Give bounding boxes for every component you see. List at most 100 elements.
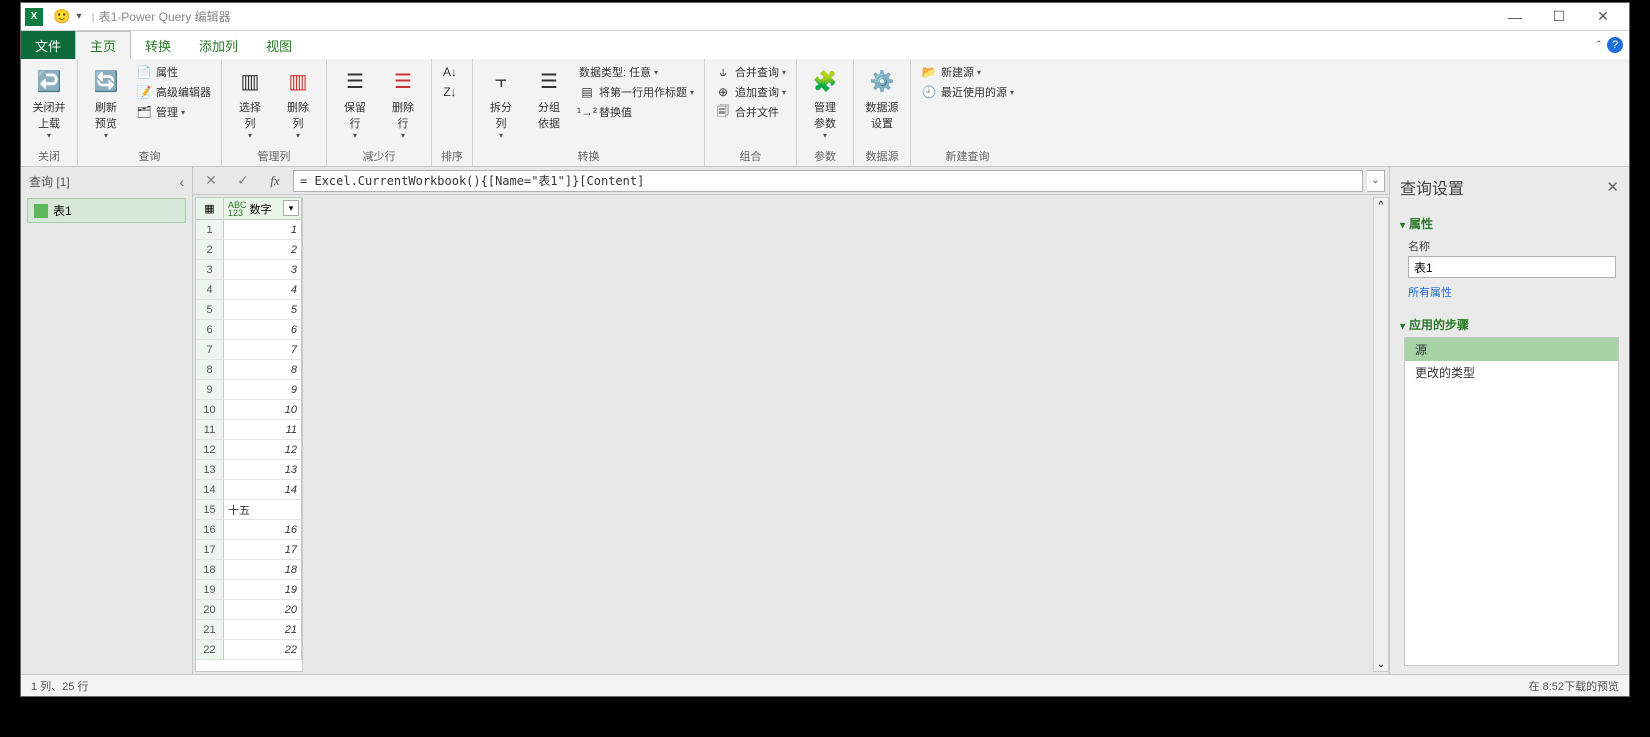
close-load-button[interactable]: ↩️ 关闭并 上载▾: [27, 61, 71, 140]
properties-button[interactable]: 📄属性: [132, 63, 215, 81]
cell[interactable]: 8: [224, 360, 302, 380]
cell[interactable]: 14: [224, 480, 302, 500]
adv-editor-button[interactable]: 📝高级编辑器: [132, 83, 215, 101]
table-row[interactable]: 99: [196, 380, 302, 400]
cell[interactable]: 21: [224, 620, 302, 640]
row-header[interactable]: 6: [196, 320, 224, 340]
split-col-button[interactable]: ⫟拆分 列▾: [479, 61, 523, 140]
sort-desc-button[interactable]: Z↓: [438, 83, 466, 101]
manage-button[interactable]: 🗂管理▾: [132, 103, 215, 121]
row-header[interactable]: 20: [196, 600, 224, 620]
remove-rows-button[interactable]: ☰删除 行▾: [381, 61, 425, 140]
row-header[interactable]: 17: [196, 540, 224, 560]
table-row[interactable]: 2020: [196, 600, 302, 620]
cell[interactable]: 1: [224, 220, 302, 240]
qat-dropdown-icon[interactable]: ▾: [76, 11, 81, 22]
table-row[interactable]: 2222: [196, 640, 302, 660]
cell[interactable]: 4: [224, 280, 302, 300]
cell[interactable]: 16: [224, 520, 302, 540]
manage-params-button[interactable]: 🧩管理 参数▾: [803, 61, 847, 140]
row-header[interactable]: 12: [196, 440, 224, 460]
applied-step[interactable]: 更改的类型: [1405, 361, 1618, 384]
row-header[interactable]: 22: [196, 640, 224, 660]
row-header[interactable]: 21: [196, 620, 224, 640]
row-header[interactable]: 10: [196, 400, 224, 420]
row-header[interactable]: 16: [196, 520, 224, 540]
row-header[interactable]: 5: [196, 300, 224, 320]
row-header[interactable]: 3: [196, 260, 224, 280]
cell[interactable]: 9: [224, 380, 302, 400]
collapse-queries-icon[interactable]: ‹: [179, 174, 184, 190]
table-row[interactable]: 77: [196, 340, 302, 360]
section-applied-steps[interactable]: 应用的步骤: [1400, 316, 1619, 333]
refresh-preview-button[interactable]: 🔄 刷新 预览▾: [84, 61, 128, 140]
row-header[interactable]: 15: [196, 500, 224, 520]
replace-values-button[interactable]: ¹→²替换值: [575, 103, 698, 121]
recent-sources-button[interactable]: 🕘最近使用的源▾: [917, 83, 1018, 101]
table-row[interactable]: 1212: [196, 440, 302, 460]
tab-file[interactable]: 文件: [21, 31, 75, 59]
smile-icon[interactable]: 🙂: [53, 8, 70, 25]
table-row[interactable]: 1717: [196, 540, 302, 560]
first-row-header-button[interactable]: ▤将第一行用作标题▾: [575, 83, 698, 101]
vertical-scrollbar[interactable]: ^ ⌄: [1373, 197, 1389, 672]
table-row[interactable]: 1313: [196, 460, 302, 480]
cell[interactable]: 17: [224, 540, 302, 560]
row-header[interactable]: 4: [196, 280, 224, 300]
cell[interactable]: 11: [224, 420, 302, 440]
row-header[interactable]: 13: [196, 460, 224, 480]
filter-icon[interactable]: ▾: [283, 200, 299, 216]
table-row[interactable]: 1616: [196, 520, 302, 540]
choose-cols-button[interactable]: ▥选择 列▾: [228, 61, 272, 140]
tab-home[interactable]: 主页: [75, 31, 131, 59]
groupby-button[interactable]: ☰分组 依据: [527, 61, 571, 131]
keep-rows-button[interactable]: ☰保留 行▾: [333, 61, 377, 140]
cancel-formula-button[interactable]: ✕: [197, 170, 225, 192]
column-header[interactable]: ABC 123 数字 ▾: [224, 198, 302, 220]
table-row[interactable]: 1111: [196, 420, 302, 440]
cell[interactable]: 10: [224, 400, 302, 420]
query-item[interactable]: 表1: [27, 198, 186, 223]
cell[interactable]: 12: [224, 440, 302, 460]
table-row[interactable]: 1818: [196, 560, 302, 580]
remove-cols-button[interactable]: ▥删除 列▾: [276, 61, 320, 140]
datasource-settings-button[interactable]: ⚙️数据源 设置: [860, 61, 904, 131]
table-row[interactable]: 66: [196, 320, 302, 340]
new-source-button[interactable]: 📂新建源▾: [917, 63, 1018, 81]
close-window-button[interactable]: ✕: [1581, 3, 1625, 31]
help-icon[interactable]: ?: [1607, 37, 1623, 53]
cell[interactable]: 18: [224, 560, 302, 580]
tab-transform[interactable]: 转换: [131, 31, 185, 59]
table-row[interactable]: 11: [196, 220, 302, 240]
table-row[interactable]: 44: [196, 280, 302, 300]
maximize-button[interactable]: ☐: [1537, 3, 1581, 31]
row-header[interactable]: 7: [196, 340, 224, 360]
cell[interactable]: 2: [224, 240, 302, 260]
row-header[interactable]: 18: [196, 560, 224, 580]
tab-view[interactable]: 视图: [252, 31, 306, 59]
query-name-input[interactable]: [1408, 256, 1616, 278]
table-row[interactable]: 88: [196, 360, 302, 380]
section-properties[interactable]: 属性: [1400, 215, 1619, 232]
expand-formula-icon[interactable]: ⌄: [1367, 170, 1385, 192]
table-row[interactable]: 1414: [196, 480, 302, 500]
select-all-cell[interactable]: ▦: [196, 198, 224, 220]
datatype-button[interactable]: 数据类型: 任意▾: [575, 63, 698, 81]
row-header[interactable]: 2: [196, 240, 224, 260]
merge-queries-button[interactable]: ⫝合并查询▾: [711, 63, 790, 81]
row-header[interactable]: 14: [196, 480, 224, 500]
append-queries-button[interactable]: ⊕追加查询▾: [711, 83, 790, 101]
cell[interactable]: 13: [224, 460, 302, 480]
sort-asc-button[interactable]: A↓: [438, 63, 466, 81]
tab-addcolumn[interactable]: 添加列: [185, 31, 252, 59]
fx-icon[interactable]: fx: [261, 170, 289, 192]
minimize-button[interactable]: —: [1493, 3, 1537, 31]
formula-input[interactable]: [293, 170, 1363, 192]
applied-step[interactable]: 源: [1405, 338, 1618, 361]
table-row[interactable]: 22: [196, 240, 302, 260]
row-header[interactable]: 9: [196, 380, 224, 400]
row-header[interactable]: 8: [196, 360, 224, 380]
cell[interactable]: 3: [224, 260, 302, 280]
row-header[interactable]: 1: [196, 220, 224, 240]
table-row[interactable]: 1919: [196, 580, 302, 600]
